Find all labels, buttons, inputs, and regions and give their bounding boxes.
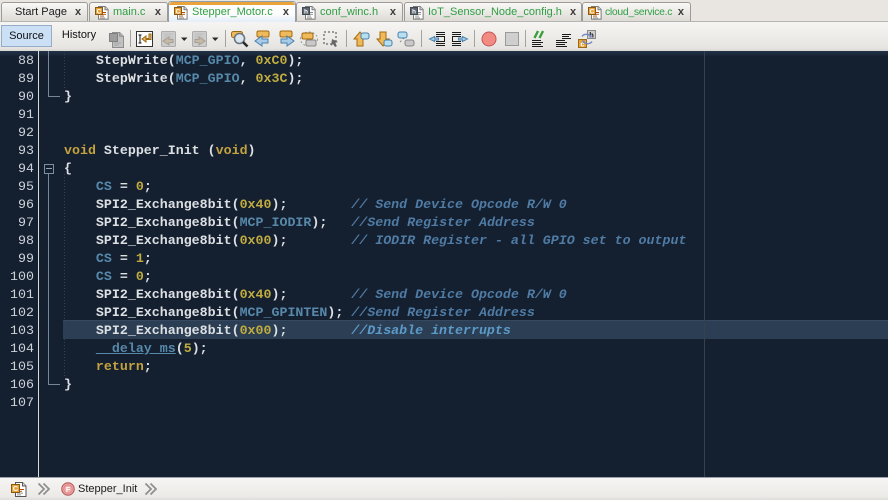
svg-text:C: C xyxy=(13,484,19,493)
svg-text:F: F xyxy=(66,485,71,494)
svg-text:h: h xyxy=(304,8,308,15)
svg-text:C: C xyxy=(176,8,181,15)
svg-text:C: C xyxy=(97,8,102,15)
svg-text:h: h xyxy=(412,8,416,15)
svg-text:C: C xyxy=(590,8,595,15)
